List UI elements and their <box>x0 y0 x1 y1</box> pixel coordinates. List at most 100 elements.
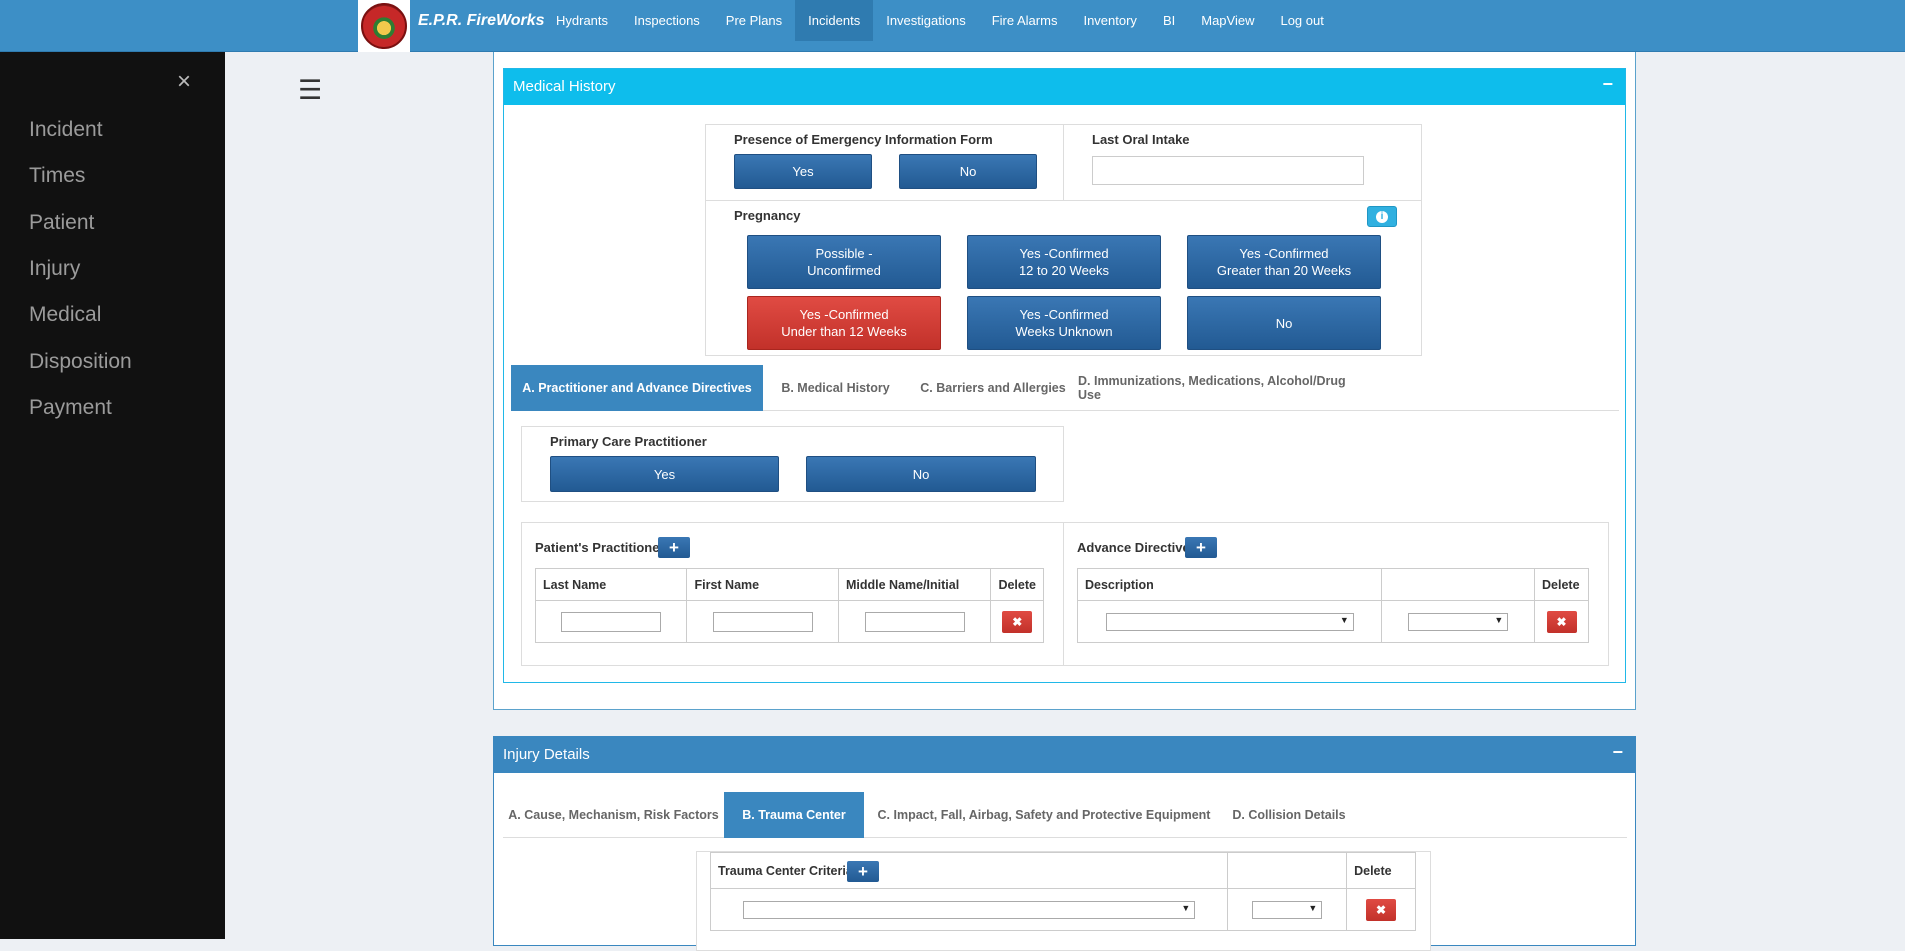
nav-links: Hydrants Inspections Pre Plans Incidents… <box>543 0 1337 41</box>
tab-cause-mechanism[interactable]: A. Cause, Mechanism, Risk Factors <box>503 792 724 838</box>
collapse-icon[interactable]: − <box>1612 742 1623 763</box>
pregnancy-greater-than-20-weeks-button[interactable]: Yes -Confirmed Greater than 20 Weeks <box>1187 235 1381 289</box>
injury-details-title: Injury Details <box>503 746 590 763</box>
primary-care-yes-button[interactable]: Yes <box>550 456 779 492</box>
sidebar-item-injury[interactable]: Injury <box>29 257 80 281</box>
col-first-name: First Name <box>686 568 839 601</box>
table-row: ✖ <box>534 600 1044 643</box>
nav-mapview[interactable]: MapView <box>1188 0 1267 41</box>
col-trauma-criteria: Trauma Center Criteria + <box>709 852 1229 889</box>
delete-row-button[interactable]: ✖ <box>1546 610 1577 633</box>
sidebar-item-patient[interactable]: Patient <box>29 211 94 235</box>
table-row: ▼ ▼ ✖ <box>709 888 1416 931</box>
btn-line: Yes -Confirmed 12 to 20 Weeks <box>1018 246 1110 278</box>
primary-care-box: Primary Care Practitioner Yes No <box>521 426 1064 502</box>
nav-bi[interactable]: BI <box>1150 0 1188 41</box>
chevron-down-icon: ▼ <box>1181 902 1191 913</box>
cell <box>534 600 688 643</box>
nav-investigations[interactable]: Investigations <box>873 0 979 41</box>
col-last-name: Last Name <box>534 568 688 601</box>
nav-inspections[interactable]: Inspections <box>621 0 713 41</box>
section-sidebar: × Incident Times Patient Injury Medical … <box>0 52 225 939</box>
tab-practitioner-advance-directives[interactable]: A. Practitioner and Advance Directives <box>511 365 763 411</box>
delete-row-button[interactable]: ✖ <box>1002 610 1033 633</box>
first-name-input[interactable] <box>712 611 813 632</box>
trauma-center-box: Trauma Center Criteria + Delete ▼ ▼ ✖ <box>696 851 1431 951</box>
add-trauma-criteria-button[interactable]: + <box>847 861 879 882</box>
tab-barriers-allergies[interactable]: C. Barriers and Allergies <box>908 365 1078 411</box>
last-oral-intake-box: Last Oral Intake <box>1063 124 1422 201</box>
col-unnamed <box>1227 852 1348 889</box>
directive-select[interactable]: ▼ <box>1408 612 1509 631</box>
description-select[interactable]: ▼ <box>1105 612 1354 631</box>
nav-incidents[interactable]: Incidents <box>795 0 874 41</box>
pregnancy-12-to-20-weeks-button[interactable]: Yes -Confirmed 12 to 20 Weeks <box>967 235 1161 289</box>
sidebar-item-payment[interactable]: Payment <box>29 396 112 420</box>
sidebar-item-times[interactable]: Times <box>29 164 85 188</box>
add-practitioner-button[interactable]: + <box>658 537 690 558</box>
tab-medical-history[interactable]: B. Medical History <box>763 365 908 411</box>
cell: ✖ <box>1534 600 1589 643</box>
menu-icon[interactable]: ☰ <box>298 75 322 106</box>
sidebar-item-medical[interactable]: Medical <box>29 303 101 327</box>
pregnancy-box: Pregnancy i Possible - Unconfirmed Yes -C… <box>705 200 1422 356</box>
sidebar-item-disposition[interactable]: Disposition <box>29 350 132 374</box>
last-oral-intake-input[interactable] <box>1092 156 1364 185</box>
primary-care-no-button[interactable]: No <box>806 456 1036 492</box>
last-oral-intake-label: Last Oral Intake <box>1092 132 1190 147</box>
btn-line: Yes -Confirmed Under than 12 Weeks <box>781 307 907 339</box>
info-glyph: i <box>1376 210 1388 223</box>
patient-practitioner-label: Patient's Practitioner <box>535 540 665 555</box>
fire-department-logo[interactable] <box>358 0 410 52</box>
nav-fire-alarms[interactable]: Fire Alarms <box>979 0 1071 41</box>
nav-inventory[interactable]: Inventory <box>1070 0 1149 41</box>
medical-tabs: A. Practitioner and Advance Directives B… <box>511 365 1619 411</box>
nav-logout[interactable]: Log out <box>1267 0 1336 41</box>
nav-pre-plans[interactable]: Pre Plans <box>713 0 795 41</box>
emergency-form-box: Presence of Emergency Information Form Y… <box>705 124 1064 201</box>
tab-collision-details[interactable]: D. Collision Details <box>1224 792 1354 838</box>
practitioner-table: Last Name First Name Middle Name/Initial… <box>534 568 1044 643</box>
logo-badge-icon <box>361 3 407 49</box>
patient-practitioner-box: Patient's Practitioner + Last Name First… <box>521 522 1064 666</box>
injury-details-panel: Injury Details − A. Cause, Mechanism, Ri… <box>493 736 1636 951</box>
col-delete: Delete <box>990 568 1044 601</box>
add-advance-directive-button[interactable]: + <box>1185 537 1217 558</box>
cell: ✖ <box>990 600 1044 643</box>
tab-trauma-center[interactable]: B. Trauma Center <box>724 792 864 838</box>
cell: ✖ <box>1346 888 1416 931</box>
delete-row-button[interactable]: ✖ <box>1366 898 1397 921</box>
pregnancy-weeks-unknown-button[interactable]: Yes -Confirmed Weeks Unknown <box>967 296 1161 350</box>
tab-immunizations-medications[interactable]: D. Immunizations, Medications, Alcohol/D… <box>1078 365 1368 411</box>
chevron-down-icon: ▼ <box>1494 614 1504 625</box>
collapse-icon[interactable]: − <box>1602 74 1613 95</box>
trauma-criteria-select[interactable]: ▼ <box>743 900 1196 919</box>
table-row: ▼ ▼ ✖ <box>1076 600 1589 643</box>
injury-tabs: A. Cause, Mechanism, Risk Factors B. Tra… <box>503 792 1627 838</box>
trauma-criteria-label: Trauma Center Criteria <box>718 863 853 878</box>
brand-name[interactable]: E.P.R. FireWorks <box>418 12 545 30</box>
pregnancy-under-12-weeks-button[interactable]: Yes -Confirmed Under than 12 Weeks <box>747 296 941 350</box>
chevron-down-icon: ▼ <box>1308 902 1318 913</box>
pregnancy-no-button[interactable]: No <box>1187 296 1381 350</box>
close-icon[interactable]: × <box>177 68 191 96</box>
advance-directives-label: Advance Directives <box>1077 540 1197 555</box>
cell: ▼ <box>1076 600 1383 643</box>
middle-name-input[interactable] <box>864 611 965 632</box>
tab-impact-fall-airbag[interactable]: C. Impact, Fall, Airbag, Safety and Prot… <box>864 792 1224 838</box>
injury-details-header: Injury Details − <box>494 737 1635 773</box>
top-navbar: E.P.R. FireWorks Hydrants Inspections Pr… <box>0 0 1905 52</box>
col-delete: Delete <box>1534 568 1589 601</box>
emergency-form-no-button[interactable]: No <box>899 154 1037 189</box>
pregnancy-possible-unconfirmed-button[interactable]: Possible - Unconfirmed <box>747 235 941 289</box>
advance-directives-table: Description Delete ▼ ▼ ✖ <box>1076 568 1589 643</box>
cell <box>686 600 839 643</box>
info-icon[interactable]: i <box>1367 206 1397 227</box>
trauma-option-select[interactable]: ▼ <box>1252 900 1323 919</box>
sidebar-item-incident[interactable]: Incident <box>29 118 103 142</box>
emergency-form-yes-button[interactable]: Yes <box>734 154 872 189</box>
cell: ▼ <box>1381 600 1535 643</box>
nav-hydrants[interactable]: Hydrants <box>543 0 621 41</box>
last-name-input[interactable] <box>561 611 662 632</box>
btn-line: Yes -Confirmed Greater than 20 Weeks <box>1216 246 1352 278</box>
